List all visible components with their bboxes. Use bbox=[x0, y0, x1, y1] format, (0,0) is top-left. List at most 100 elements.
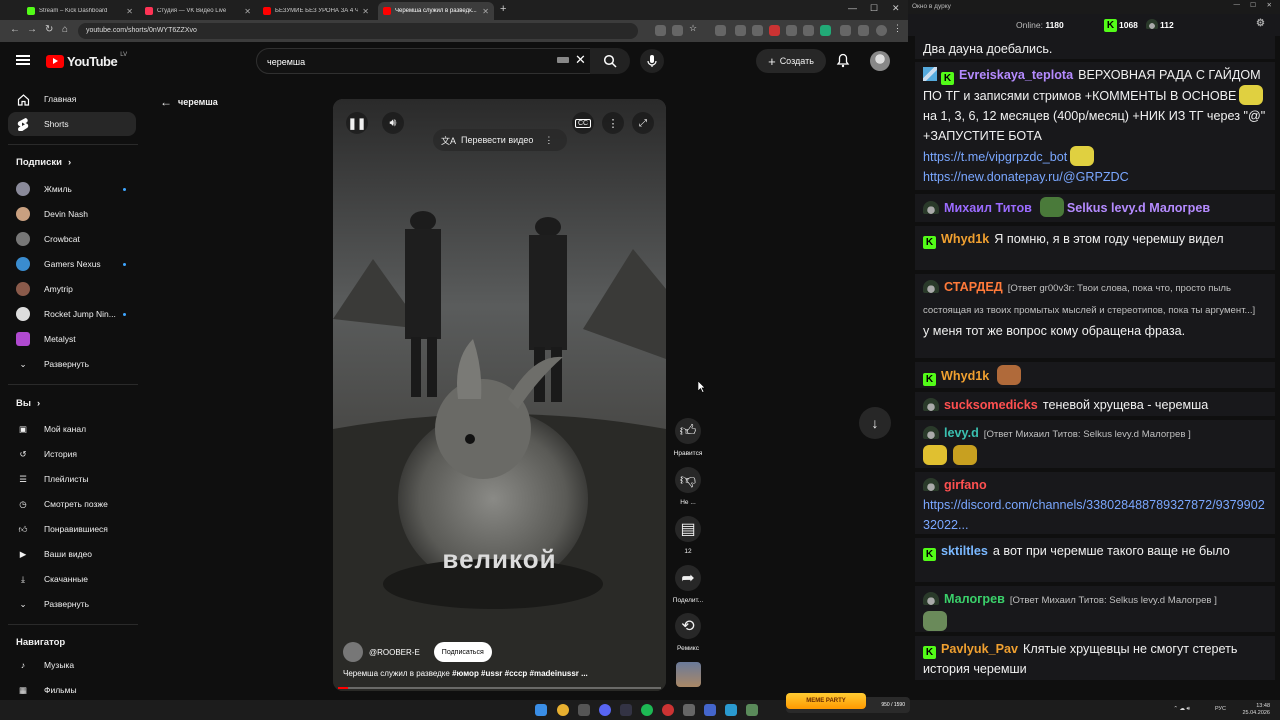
menu-dots-icon[interactable]: ⋮ bbox=[544, 135, 553, 146]
profile-icon[interactable] bbox=[876, 25, 887, 36]
comments-button[interactable]: ▤ 12 bbox=[668, 516, 708, 555]
extension-icon[interactable] bbox=[672, 25, 683, 36]
reply-context[interactable]: [Ответ Михаил Титов: Selkus levy.d Малог… bbox=[1010, 595, 1217, 606]
translate-video-button[interactable]: 文A Перевести видео ⋮ bbox=[433, 129, 567, 151]
discord-icon[interactable] bbox=[599, 704, 611, 716]
minimize-icon[interactable]: — bbox=[1234, 1, 1241, 8]
extension-icon[interactable] bbox=[752, 25, 763, 36]
extension-icon[interactable] bbox=[769, 25, 780, 36]
browser-tab-kick[interactable]: Stream – Kick Dashboard ✕ bbox=[22, 2, 138, 20]
app-icon[interactable] bbox=[662, 704, 674, 716]
close-icon[interactable]: ✕ bbox=[1267, 1, 1272, 9]
extension-icon[interactable] bbox=[858, 25, 869, 36]
audio-source-thumbnail[interactable] bbox=[676, 662, 701, 687]
voice-search-button[interactable] bbox=[640, 49, 664, 73]
sidebar-item-subscription[interactable]: Metalyst bbox=[8, 327, 136, 351]
sidebar-item-subscription[interactable]: Жмиль bbox=[8, 177, 136, 201]
channel-avatar[interactable] bbox=[343, 642, 363, 662]
pause-button[interactable]: ❚❚ bbox=[346, 112, 368, 134]
username[interactable]: СТАРДЕД bbox=[944, 280, 1003, 294]
username[interactable]: levy.d bbox=[944, 426, 979, 440]
fullscreen-button[interactable]: ⤢ bbox=[632, 112, 654, 134]
sidebar-item-liked[interactable]: 👍︎ Понравившиеся bbox=[8, 517, 136, 541]
sidebar-item-history[interactable]: ↺ История bbox=[8, 442, 136, 466]
extension-icon[interactable] bbox=[786, 25, 797, 36]
spotify-icon[interactable] bbox=[641, 704, 653, 716]
window-close-icon[interactable]: ✕ bbox=[892, 3, 900, 14]
you-header[interactable]: Вы › bbox=[16, 398, 40, 409]
subscriptions-header[interactable]: Подписки › bbox=[16, 157, 71, 168]
dislike-button[interactable]: 👎︎ Не ... bbox=[668, 467, 708, 506]
input-language[interactable]: РУС bbox=[1215, 706, 1226, 713]
browser-tab-vk[interactable]: Студия — VK Видео Live ✕ bbox=[140, 2, 256, 20]
subscribe-button[interactable]: Подписаться bbox=[433, 642, 492, 662]
telegram-icon[interactable] bbox=[725, 704, 737, 716]
app-icon[interactable] bbox=[683, 704, 695, 716]
tray-icons[interactable]: ⌃ ☁ 🔊︎ bbox=[1173, 706, 1190, 713]
maximize-icon[interactable]: ☐ bbox=[1250, 1, 1256, 9]
back-to-search[interactable]: ← черемша bbox=[160, 95, 218, 109]
message-link[interactable]: https://new.donatepay.ru/@GRPZDC bbox=[923, 170, 1129, 184]
captions-button[interactable]: CC bbox=[572, 112, 594, 134]
home-icon[interactable]: ⌂ bbox=[62, 24, 68, 35]
notifications-bell-icon[interactable] bbox=[836, 52, 850, 68]
sidebar-item-my-channel[interactable]: ▣ Мой канал bbox=[8, 417, 136, 441]
clear-search-icon[interactable]: ✕ bbox=[575, 52, 586, 68]
sidebar-item-subscription[interactable]: Rocket Jump Nin... bbox=[8, 302, 136, 326]
like-button[interactable]: 👍︎ Нравится bbox=[668, 418, 708, 457]
bookmark-star-icon[interactable]: ☆ bbox=[689, 23, 700, 34]
app-icon[interactable] bbox=[704, 704, 716, 716]
account-avatar[interactable] bbox=[870, 51, 890, 71]
username[interactable]: girfano bbox=[944, 478, 987, 492]
sidebar-expand-subscriptions[interactable]: ⌄ Развернуть bbox=[8, 352, 136, 376]
sidebar-expand-you[interactable]: ⌄ Развернуть bbox=[8, 592, 136, 616]
minimize-icon[interactable]: — bbox=[848, 3, 857, 13]
start-menu-icon[interactable] bbox=[535, 704, 547, 716]
video-description[interactable]: Черемша служил в разведке #юмор #ussr #с… bbox=[343, 669, 613, 678]
sidebar-item-subscription[interactable]: Amytrip bbox=[8, 277, 136, 301]
remix-button[interactable]: ⟲ Ремикс bbox=[668, 613, 708, 652]
reload-icon[interactable]: ↻ bbox=[45, 24, 53, 35]
username[interactable]: Малогрев bbox=[944, 592, 1005, 606]
browser-tab-youtube-video[interactable]: БЕЗУМИЕ БЕЗ УРОНА ЗА 4 ЧА... ✕ bbox=[258, 2, 374, 20]
username[interactable]: Whyd1k bbox=[941, 369, 989, 383]
sidebar-item-shorts[interactable]: Shorts bbox=[8, 112, 136, 136]
sidebar-item-music[interactable]: ♪ Музыка bbox=[8, 653, 136, 677]
back-icon[interactable]: ← bbox=[10, 24, 20, 35]
close-icon[interactable]: ✕ bbox=[362, 7, 369, 16]
app-icon[interactable] bbox=[746, 704, 758, 716]
close-icon[interactable]: ✕ bbox=[482, 7, 489, 16]
username[interactable]: sktiltles bbox=[941, 544, 988, 558]
hashtags[interactable]: #юмор #ussr #сссp #madeinussr ... bbox=[452, 669, 588, 678]
settings-gear-icon[interactable]: ⚙ bbox=[1256, 18, 1265, 29]
username[interactable]: sucksomedicks bbox=[944, 398, 1038, 412]
channel-name[interactable]: @ROOBER-E bbox=[369, 648, 420, 657]
sidebar-item-playlists[interactable]: ☰ Плейлисты bbox=[8, 467, 136, 491]
sidebar-item-downloads[interactable]: ⤓ Скачанные bbox=[8, 567, 136, 591]
extension-icon[interactable] bbox=[840, 25, 851, 36]
create-button[interactable]: + Создать bbox=[756, 49, 826, 73]
reply-context[interactable]: [Ответ Михаил Титов: Selkus levy.d Малог… bbox=[984, 429, 1191, 440]
browser-tab-youtube-short[interactable]: Черемша служил в разведк... ✕ bbox=[378, 2, 494, 20]
sidebar-item-movies[interactable]: ▦ Фильмы bbox=[8, 678, 136, 702]
extension-icon[interactable] bbox=[715, 25, 726, 36]
share-button[interactable]: ➦ Поделит... bbox=[668, 565, 708, 604]
message-link[interactable]: https://discord.com/channels/33802848878… bbox=[923, 498, 1265, 532]
more-options-button[interactable]: ⋮ bbox=[602, 112, 624, 134]
steam-icon[interactable] bbox=[620, 704, 632, 716]
sidebar-item-home[interactable]: Главная bbox=[8, 87, 136, 111]
maximize-icon[interactable]: ☐ bbox=[870, 3, 878, 14]
close-icon[interactable]: ✕ bbox=[126, 7, 133, 16]
menu-dots-icon[interactable]: ⋮ bbox=[893, 23, 904, 34]
search-input[interactable]: черемша bbox=[256, 48, 628, 74]
extension-icon[interactable] bbox=[735, 25, 746, 36]
progress-bar[interactable] bbox=[338, 687, 661, 689]
extension-icon[interactable] bbox=[820, 25, 831, 36]
clock-time[interactable]: 13:48 bbox=[1256, 703, 1270, 709]
username[interactable]: Evreiskaya_teplota bbox=[959, 68, 1073, 82]
sidebar-item-your-videos[interactable]: ▶ Ваши видео bbox=[8, 542, 136, 566]
extension-icon[interactable] bbox=[803, 25, 814, 36]
hamburger-menu-icon[interactable] bbox=[16, 55, 30, 65]
youtube-logo[interactable]: YouTube LV bbox=[46, 52, 127, 69]
chrome-icon[interactable] bbox=[557, 704, 569, 716]
